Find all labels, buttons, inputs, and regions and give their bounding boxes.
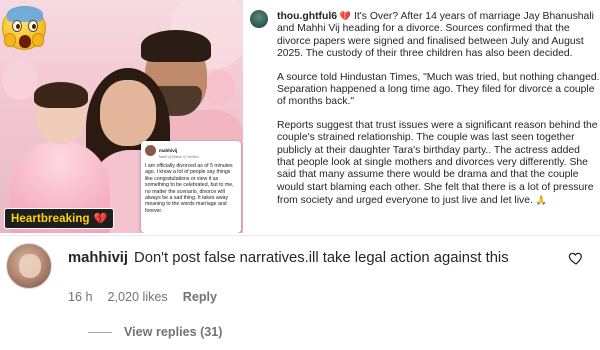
caption-paragraph-2: A source told Hindustan Times, "Much was… — [277, 71, 600, 108]
folded-hands-icon: 🙏 — [535, 194, 547, 205]
comment-time: 16 h — [68, 290, 93, 304]
commenter-avatar[interactable] — [6, 243, 52, 289]
view-replies-button[interactable]: View replies (31) — [88, 325, 222, 339]
inset-text: I am officially divorced as of 5 minutes… — [145, 163, 234, 214]
inset-username: mahhivij — [159, 148, 178, 153]
balloon — [205, 70, 235, 106]
replies-divider-line — [88, 331, 112, 333]
section-divider — [0, 235, 600, 236]
comment-meta: 16 h 2,020 likes Reply — [68, 290, 217, 304]
inset-post-screenshot: mahhivij Mahi Vij Mahhi Vj Verified I am… — [141, 141, 241, 233]
shocked-face-icon — [2, 6, 46, 50]
commenter-username[interactable]: mahhivij — [68, 250, 128, 266]
comment-text: Don't post false narratives.ill take leg… — [134, 250, 509, 266]
inset-subline: Mahi Vij Mahhi Vj Verified — [159, 155, 199, 159]
post-photo[interactable]: mahhivij Mahi Vij Mahhi Vj Verified I am… — [0, 0, 243, 233]
banner-label: Heartbreaking — [11, 212, 90, 225]
heartbreaking-banner: Heartbreaking 💔 — [4, 208, 115, 229]
reply-button[interactable]: Reply — [183, 290, 217, 304]
like-heart-icon[interactable] — [568, 250, 584, 266]
view-replies-label[interactable]: View replies (31) — [124, 325, 222, 339]
comment-likes[interactable]: 2,020 likes — [108, 290, 168, 304]
child-hair — [34, 82, 88, 108]
caption-paragraph-3: Reports suggest that trust issues were a… — [277, 120, 600, 207]
caption-username[interactable]: thou.ghtful6 — [277, 11, 337, 22]
caption-text-3: Reports suggest that trust issues were a… — [277, 120, 598, 206]
balloon — [2, 60, 38, 100]
woman-face — [100, 80, 156, 146]
post-caption: thou.ghtful6 💔 It's Over? After 14 years… — [250, 10, 600, 240]
comment-body: mahhivij Don't post false narratives.ill … — [68, 249, 558, 268]
inset-avatar — [145, 145, 156, 156]
broken-heart-icon: 💔 — [339, 11, 352, 21]
caption-avatar[interactable] — [250, 10, 268, 28]
caption-paragraph-1: thou.ghtful6 💔 It's Over? After 14 years… — [277, 10, 600, 60]
broken-heart-icon: 💔 — [93, 213, 108, 225]
man-hair — [141, 30, 211, 62]
